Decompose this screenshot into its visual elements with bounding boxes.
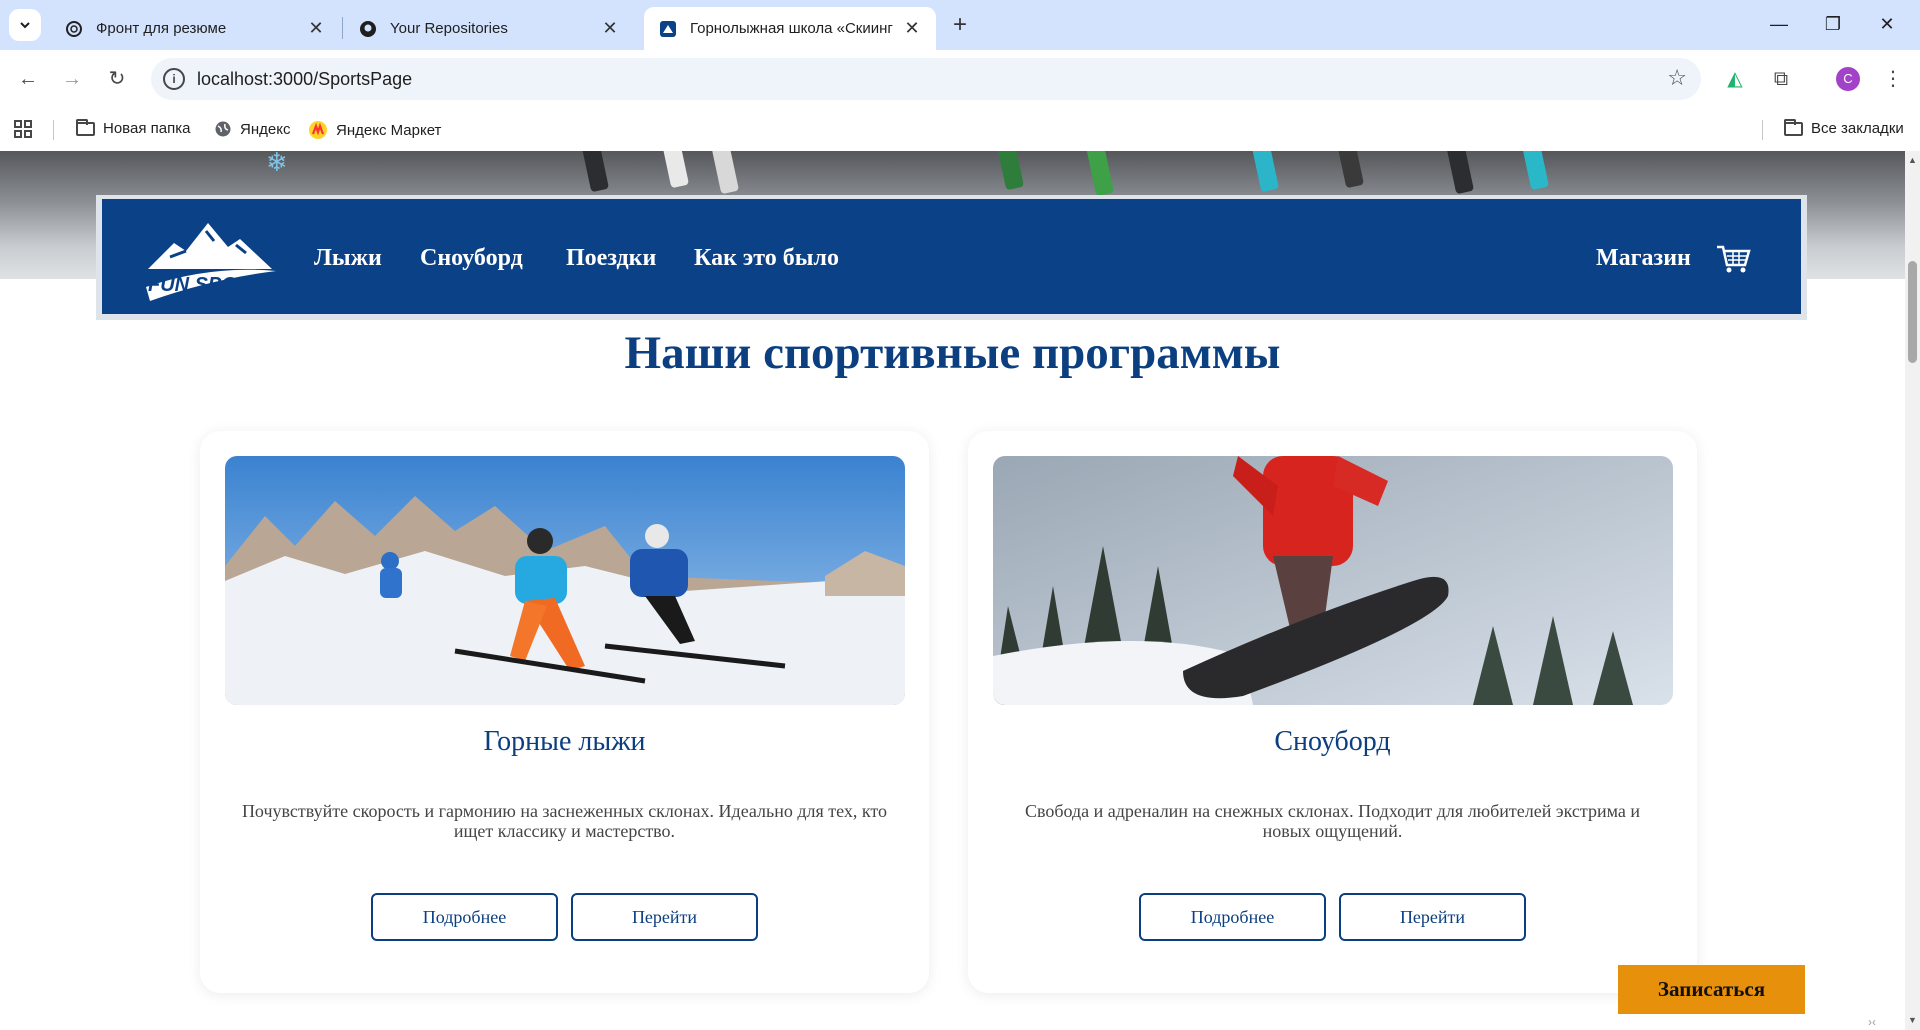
- restore-button[interactable]: ❐: [1810, 8, 1856, 40]
- apps-grid-icon[interactable]: [14, 120, 32, 138]
- nav-link-snowboard[interactable]: Сноуборд: [420, 245, 523, 272]
- all-bookmarks-label: Все закладки: [1811, 120, 1904, 137]
- tab-github[interactable]: Your Repositories ✕: [344, 7, 634, 50]
- nav-link-shop[interactable]: Магазин: [1596, 245, 1691, 272]
- page-scrollbar[interactable]: ▲ ▼: [1905, 151, 1920, 1030]
- site-icon: [658, 19, 678, 39]
- fun-sport-logo[interactable]: FUN SPORT: [140, 217, 280, 305]
- github-icon: [358, 19, 378, 39]
- bookmark-label: Новая папка: [103, 120, 191, 137]
- scroll-down-icon[interactable]: ▼: [1905, 1013, 1920, 1028]
- tab-divider: [342, 17, 343, 39]
- bookmark-yandex[interactable]: Яндекс: [214, 120, 290, 138]
- program-card-skiing: Горные лыжи Почувствуйте скорость и гарм…: [200, 431, 929, 993]
- signup-button[interactable]: Записаться: [1618, 965, 1805, 1014]
- skiing-photo: [225, 456, 905, 705]
- tab-search-button[interactable]: [9, 9, 41, 41]
- extension-nuxt-icon[interactable]: ◭: [1720, 64, 1750, 94]
- card-title: Сноуборд: [1274, 726, 1391, 757]
- folder-icon: [76, 118, 95, 136]
- card-description: Свобода и адреналин на снежных склонах. …: [1024, 801, 1640, 841]
- go-button[interactable]: Перейти: [571, 893, 758, 941]
- folder-icon: [1784, 118, 1803, 136]
- back-button[interactable]: ←: [12, 63, 44, 95]
- resize-corner-icon: ›‹: [1868, 1015, 1876, 1029]
- bookmarks-divider: [53, 120, 54, 140]
- globe-icon: [215, 121, 231, 137]
- logo-text: FUN SPORT: [148, 274, 265, 296]
- url-text: localhost:3000/SportsPage: [197, 69, 413, 89]
- yandex-market-icon: [309, 121, 327, 139]
- nav-link-trips[interactable]: Поездки: [566, 245, 656, 272]
- bookmark-new-folder[interactable]: Новая папка: [76, 118, 191, 137]
- page-title: Наши спортивные программы: [624, 327, 1281, 379]
- close-icon[interactable]: ✕: [306, 18, 326, 39]
- tab-chatgpt[interactable]: Фронт для резюме ✕: [50, 7, 340, 50]
- bookmarks-divider: [1762, 120, 1763, 140]
- go-button[interactable]: Перейти: [1339, 893, 1526, 941]
- tab-title: Фронт для резюме: [96, 20, 227, 37]
- reload-button[interactable]: ↻: [101, 63, 133, 95]
- extensions-puzzle-icon[interactable]: ⧉: [1766, 64, 1796, 94]
- scroll-up-icon[interactable]: ▲: [1905, 153, 1920, 168]
- close-icon[interactable]: ✕: [902, 18, 922, 39]
- bookmark-star-icon[interactable]: ☆: [1667, 65, 1687, 91]
- nav-link-how-it-was[interactable]: Как это было: [694, 245, 839, 272]
- page-viewport: ❄ FUN SPORT Лыжи Сноуборд Поездки Как эт…: [0, 151, 1905, 1030]
- address-bar[interactable]: i localhost:3000/SportsPage ☆: [151, 58, 1701, 100]
- close-icon[interactable]: ✕: [600, 18, 620, 39]
- shopping-cart-icon[interactable]: [1715, 243, 1751, 275]
- more-button[interactable]: Подробнее: [371, 893, 558, 941]
- snowboard-photo: [993, 456, 1673, 705]
- profile-avatar[interactable]: C: [1836, 67, 1860, 91]
- all-bookmarks[interactable]: Все закладки: [1784, 118, 1904, 137]
- browser-toolbar: ← → ↻ i localhost:3000/SportsPage ☆ ◭ ⧉ …: [0, 50, 1920, 109]
- menu-kebab-icon[interactable]: ⋮: [1878, 64, 1908, 94]
- card-title: Горные лыжи: [483, 726, 646, 757]
- close-window-button[interactable]: ✕: [1864, 8, 1910, 40]
- site-navbar: FUN SPORT Лыжи Сноуборд Поездки Как это …: [96, 195, 1807, 320]
- nav-link-skis[interactable]: Лыжи: [314, 245, 382, 272]
- new-tab-button[interactable]: +: [945, 11, 975, 41]
- bookmark-yandex-market[interactable]: Яндекс Маркет: [308, 120, 441, 140]
- program-card-snowboard: Сноуборд Свобода и адреналин на снежных …: [968, 431, 1697, 993]
- minimize-button[interactable]: —: [1756, 8, 1802, 40]
- tab-title: Your Repositories: [390, 20, 508, 37]
- chatgpt-icon: [64, 19, 84, 39]
- tab-strip: Фронт для резюме ✕ Your Repositories ✕ Г…: [0, 0, 1920, 50]
- snowflake-icon: ❄: [266, 151, 288, 177]
- bookmark-label: Яндекс: [240, 120, 291, 138]
- tab-skiing-school[interactable]: Горнолыжная школа «Скиинг ✕: [644, 7, 936, 50]
- tab-title: Горнолыжная школа «Скиинг: [690, 20, 893, 37]
- bookmark-label: Яндекс Маркет: [336, 121, 442, 139]
- more-button[interactable]: Подробнее: [1139, 893, 1326, 941]
- chevron-down-icon: [20, 22, 30, 29]
- forward-button[interactable]: →: [56, 63, 88, 95]
- bookmarks-bar: Новая папка Яндекс Яндекс Маркет Все зак…: [0, 109, 1920, 151]
- site-info-icon[interactable]: i: [163, 68, 185, 90]
- scrollbar-thumb[interactable]: [1908, 261, 1917, 363]
- card-description: Почувствуйте скорость и гармонию на засн…: [241, 801, 888, 841]
